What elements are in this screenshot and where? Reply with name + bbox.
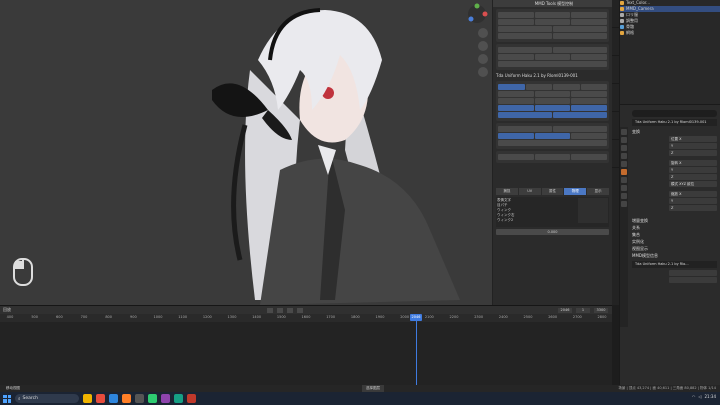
jump-start-icon[interactable] bbox=[266, 307, 273, 313]
wifi-icon[interactable]: ◠ bbox=[692, 394, 696, 399]
timeline-header: 回放 2046 1 3300 bbox=[0, 306, 612, 314]
tab-2[interactable]: 属性 bbox=[541, 188, 564, 195]
mmd-panel-title: MMD Tools 模型控制 bbox=[493, 0, 612, 7]
object-name-field[interactable]: Tda Uniform Haku 2.1 by Rloml0139-001 bbox=[632, 119, 717, 126]
status-bar: 移动视图 选择图层 场景 | 顶点 43,274 | 面 40,611 | 三角… bbox=[0, 385, 720, 392]
timeline-tick: 1600 bbox=[301, 315, 311, 319]
3d-viewport[interactable] bbox=[0, 0, 492, 305]
windows-start-icon[interactable] bbox=[3, 394, 11, 403]
current-frame-field[interactable]: 2046 bbox=[558, 307, 572, 313]
section-transform[interactable]: 变换 bbox=[629, 128, 720, 135]
mmd-display-name[interactable]: Tda Uniform Haku 2.1 by Rlo... bbox=[632, 261, 717, 268]
wechat-icon[interactable] bbox=[148, 394, 157, 403]
mmd-section-display bbox=[496, 9, 609, 42]
app-icon[interactable] bbox=[187, 394, 196, 403]
morph-list[interactable]: 表情文字 目パチ ウィンク ウィンク右 ウィンク2 bbox=[496, 197, 609, 227]
model-name-label: Tda Uniform Haku 2.1 by Rloml0139-001 bbox=[496, 73, 578, 78]
folder-icon[interactable] bbox=[83, 394, 92, 403]
tab-0[interactable]: 捕捉 bbox=[496, 188, 518, 195]
status-right: 场景 | 顶点 43,274 | 面 40,611 | 三角面 80,882 |… bbox=[618, 386, 716, 390]
tab-3[interactable]: 物理 bbox=[564, 188, 587, 195]
list-item[interactable]: ウィンク2 bbox=[497, 218, 608, 223]
sidebar-tab-strip[interactable] bbox=[612, 0, 619, 305]
mmd-section-physics bbox=[496, 123, 609, 149]
shape-value-field[interactable]: 0.000 bbox=[496, 229, 609, 235]
timeline-tick: 2100 bbox=[424, 315, 434, 319]
timeline-tick: 700 bbox=[80, 315, 88, 319]
camera-icon[interactable] bbox=[478, 54, 488, 64]
windows-taskbar: ⌕ Search ◠ ◁ 21:34 bbox=[0, 392, 720, 405]
mmd-tabs: 捕捉 UV 属性 物理 显示 bbox=[496, 188, 609, 195]
timeline-tick: 1500 bbox=[276, 315, 286, 319]
timeline-tick: 2700 bbox=[572, 315, 582, 319]
play-reverse-icon[interactable] bbox=[276, 307, 283, 313]
properties-editor: Tda Uniform Haku 2.1 by Rloml0139-001 变换… bbox=[619, 104, 720, 405]
mouse-icon bbox=[12, 258, 34, 286]
app-icon[interactable] bbox=[161, 394, 170, 403]
timeline-tick: 400 bbox=[6, 315, 14, 319]
timeline-tick: 2600 bbox=[548, 315, 558, 319]
properties-search[interactable] bbox=[632, 110, 717, 117]
volume-icon[interactable]: ◁ bbox=[698, 394, 701, 399]
end-frame-field[interactable]: 3300 bbox=[594, 307, 608, 313]
timeline-tick: 1000 bbox=[153, 315, 163, 319]
timeline-tick: 1700 bbox=[326, 315, 336, 319]
edge-icon[interactable] bbox=[109, 394, 118, 403]
timeline-tick: 1200 bbox=[202, 315, 212, 319]
timeline-tick: 2200 bbox=[449, 315, 459, 319]
mmd-section-morph bbox=[496, 81, 609, 121]
status-mid: 选择图层 bbox=[362, 385, 384, 392]
jump-end-icon[interactable] bbox=[296, 307, 303, 313]
zoom-icon[interactable] bbox=[478, 28, 488, 38]
mmd-section-bones bbox=[496, 44, 609, 70]
timeline-tick: 2800 bbox=[597, 315, 607, 319]
timeline-tick: 2300 bbox=[474, 315, 484, 319]
system-tray: ◠ ◁ 21:34 bbox=[692, 394, 716, 399]
character-figure bbox=[212, 8, 460, 305]
outliner-item[interactable]: 網格 bbox=[620, 30, 720, 36]
timeline-tick: 1300 bbox=[227, 315, 237, 319]
mmd-tools-panel: MMD Tools 模型控制 Tda Uniform Haku 2.1 by R… bbox=[492, 0, 612, 305]
outliner: Text_Color... MMD_Camera ロリ服 調整用 骨骼 網格 bbox=[619, 0, 720, 104]
status-left: 移动视图 bbox=[6, 386, 20, 390]
timeline-tick: 2500 bbox=[523, 315, 533, 319]
timeline-ruler[interactable]: 400 500 600 700 800 900 1000 1100 1200 1300 1400 15… bbox=[0, 314, 612, 322]
timeline-tick: 500 bbox=[31, 315, 38, 319]
timeline-tick: 2000 bbox=[400, 315, 410, 319]
start-frame-field[interactable]: 1 bbox=[576, 307, 590, 313]
tab-1[interactable]: UV bbox=[518, 188, 541, 195]
tab-4[interactable]: 显示 bbox=[587, 188, 609, 195]
timeline-tick: 600 bbox=[55, 315, 63, 319]
timeline-tick: 1900 bbox=[375, 315, 385, 319]
timeline-tick: 900 bbox=[129, 315, 137, 319]
play-icon[interactable] bbox=[286, 307, 293, 313]
search-icon: ⌕ bbox=[18, 396, 21, 402]
timeline-tick: 1800 bbox=[350, 315, 360, 319]
navigation-gizmo[interactable] bbox=[463, 2, 491, 26]
timeline-tick: 800 bbox=[105, 315, 112, 319]
playhead[interactable]: 2046 bbox=[410, 314, 422, 386]
timeline-tick: 1400 bbox=[252, 315, 262, 319]
app-icon[interactable] bbox=[135, 394, 144, 403]
hand-icon[interactable] bbox=[478, 41, 488, 51]
timeline-tick: 2400 bbox=[498, 315, 508, 319]
taskbar-search[interactable]: ⌕ Search bbox=[15, 394, 79, 403]
viewport-nav-controls bbox=[478, 28, 490, 77]
browser-icon[interactable] bbox=[96, 394, 105, 403]
mmd-section-import bbox=[496, 151, 609, 163]
timeline-tick: 1100 bbox=[178, 315, 188, 319]
app-icon[interactable] bbox=[174, 394, 183, 403]
blender-icon[interactable] bbox=[122, 394, 131, 403]
properties-tabs[interactable] bbox=[620, 127, 628, 327]
grid-icon[interactable] bbox=[478, 67, 488, 77]
clock[interactable]: 21:34 bbox=[704, 394, 716, 399]
timeline[interactable]: 回放 2046 1 3300 400 500 600 700 800 900 1000 110… bbox=[0, 305, 612, 386]
